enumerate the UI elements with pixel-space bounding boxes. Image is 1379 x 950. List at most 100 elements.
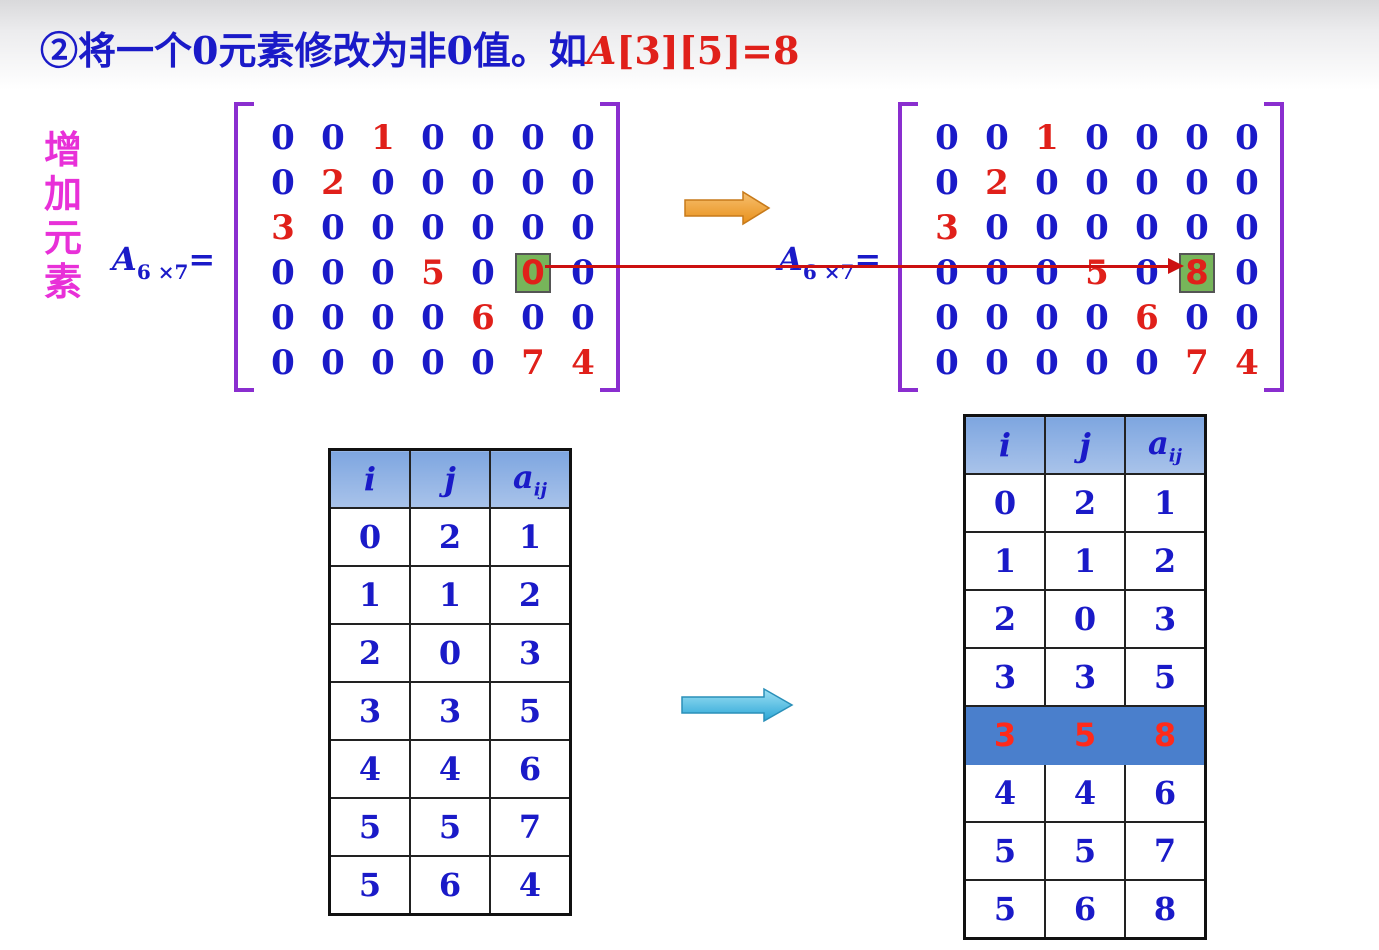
matrix-cell: 0 — [1085, 163, 1109, 203]
matrix-cell: 0 — [371, 343, 395, 383]
matrix-row: 0010000 — [258, 116, 608, 161]
matrix-cell: 0 — [985, 208, 1009, 248]
matrix-cell: 0 — [985, 298, 1009, 338]
matrix-cell: 0 — [571, 118, 595, 158]
table-row: 446 — [328, 739, 572, 799]
cell-i: 1 — [963, 531, 1046, 591]
cell-aij: 5 — [489, 681, 572, 741]
cell-i: 5 — [963, 879, 1046, 940]
modified-cell-highlight: 0 — [515, 253, 551, 293]
matrix-left: 0010000020000030000000005000000060000000… — [234, 102, 620, 392]
matrix-cell: 0 — [1135, 253, 1159, 293]
cell-aij: 3 — [489, 623, 572, 683]
header-i: i — [963, 414, 1046, 475]
cell-aij: 7 — [489, 797, 572, 857]
matrix-cell: 0 — [935, 118, 959, 158]
matrix-row: 0000074 — [922, 341, 1272, 386]
cell-j: 3 — [1044, 647, 1126, 707]
cell-j: 1 — [409, 565, 491, 625]
matrix-cell: 0 — [1185, 118, 1209, 158]
slide-title: ②将一个0元素修改为非0值。如A[3][5]=8 — [40, 20, 799, 73]
table-row: 557 — [963, 821, 1207, 881]
matrix-cell: 3 — [935, 208, 959, 248]
mapping-arrow-line — [545, 265, 1175, 268]
matrix-row: 0200000 — [258, 161, 608, 206]
matrix-cell: 0 — [1135, 208, 1159, 248]
matrix-cell: 3 — [271, 208, 295, 248]
matrix-cell: 0 — [1235, 118, 1259, 158]
matrix-cell: 0 — [1035, 343, 1059, 383]
matrix-cell: 0 — [935, 343, 959, 383]
cell-i: 0 — [963, 473, 1046, 533]
matrix-row: 3000000 — [922, 206, 1272, 251]
matrix-cell: 0 — [371, 253, 395, 293]
matrix-cell: 0 — [471, 208, 495, 248]
cell-aij: 1 — [489, 507, 572, 567]
bracket-left — [234, 102, 254, 392]
cell-j: 3 — [409, 681, 491, 741]
mapping-arrow-head — [1168, 258, 1184, 274]
matrix-cell: 0 — [1185, 208, 1209, 248]
matrix-cell: 0 — [1085, 298, 1109, 338]
matrix-cell: 2 — [985, 163, 1009, 203]
matrix-cell: 0 — [421, 208, 445, 248]
title-highlight-letter: A — [586, 28, 617, 73]
matrix-cell: 0 — [571, 253, 595, 293]
matrix-cell: 0 — [1035, 298, 1059, 338]
matrix-cell: 0 — [571, 163, 595, 203]
matrix-cell: 6 — [471, 298, 495, 338]
matrix-cell: 0 — [421, 118, 445, 158]
matrix-cell: 0 — [935, 298, 959, 338]
matrix-cell: 0 — [508, 251, 558, 296]
table-row: 112 — [328, 565, 572, 625]
matrix-cell: 0 — [571, 208, 595, 248]
cell-i: 4 — [328, 739, 411, 799]
table-row: 564 — [328, 855, 572, 916]
cell-j: 5 — [1044, 705, 1126, 765]
matrix-right: 0010000020000030000000005080000060000000… — [898, 102, 1284, 392]
matrix-cell: 0 — [371, 163, 395, 203]
table-row: 568 — [963, 879, 1207, 940]
cell-i: 4 — [963, 763, 1046, 823]
matrix-cell: 0 — [471, 253, 495, 293]
table-row: 335 — [963, 647, 1207, 707]
header-a-sub: ij — [1168, 445, 1183, 467]
matrix-cell: 0 — [521, 163, 545, 203]
matrix-cell: 0 — [1235, 208, 1259, 248]
matrix-row: 0000600 — [922, 296, 1272, 341]
matrix-cell: 0 — [271, 118, 295, 158]
matrix-row: 0000600 — [258, 296, 608, 341]
table-row: 021 — [963, 473, 1207, 533]
cell-aij: 6 — [489, 739, 572, 799]
matrix-cell: 0 — [571, 298, 595, 338]
matrix-cell: 0 — [471, 118, 495, 158]
matrix-cell: 0 — [985, 253, 1009, 293]
matrix-cell: 4 — [571, 343, 595, 383]
matrix-cell: 0 — [421, 163, 445, 203]
header-i: i — [328, 448, 411, 509]
matrix-cell: 0 — [521, 298, 545, 338]
matrix-cell: 0 — [1235, 253, 1259, 293]
matrix-row: 0010000 — [922, 116, 1272, 161]
matrix-cell: 5 — [1085, 253, 1109, 293]
cell-i: 0 — [328, 507, 411, 567]
matrix-row: 0005000 — [258, 251, 608, 296]
matrix-cell: 0 — [321, 343, 345, 383]
table-row: 203 — [328, 623, 572, 683]
matrix-cell: 0 — [935, 163, 959, 203]
side-label-char: 增 — [43, 127, 82, 172]
matrix-row: 0000074 — [258, 341, 608, 386]
matrix-cell: 0 — [1085, 118, 1109, 158]
matrix-cell: 0 — [471, 343, 495, 383]
cell-i: 1 — [328, 565, 411, 625]
matrix-cell: 0 — [271, 343, 295, 383]
table-header-row: i j aij — [328, 448, 572, 509]
matrix-cell: 6 — [1135, 298, 1159, 338]
cell-i: 2 — [963, 589, 1046, 649]
cell-i: 3 — [328, 681, 411, 741]
header-aij: aij — [489, 448, 572, 509]
matrix-cell: 0 — [1035, 253, 1059, 293]
matrix-cell: 0 — [1085, 343, 1109, 383]
cell-aij: 2 — [489, 565, 572, 625]
matrix-cell: 0 — [371, 298, 395, 338]
